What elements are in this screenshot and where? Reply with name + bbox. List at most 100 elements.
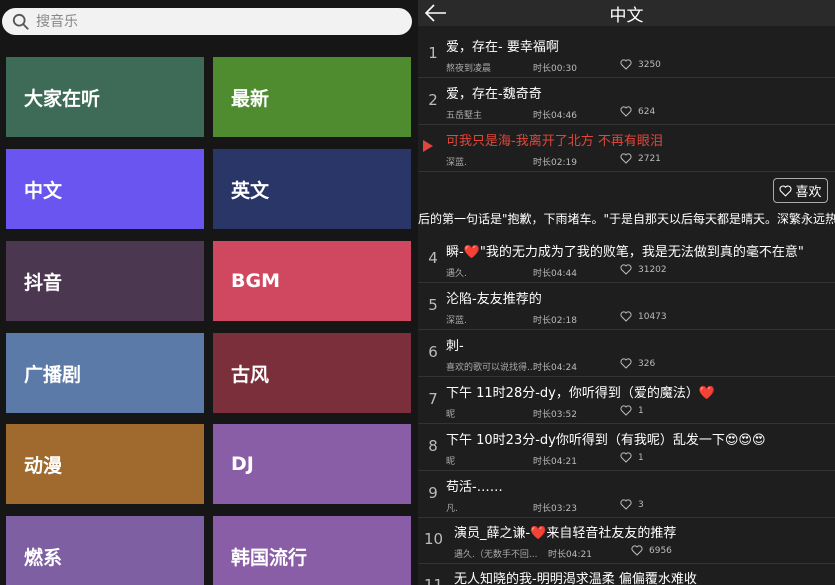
- category-label: 中文: [24, 179, 63, 202]
- song-number: 10: [424, 530, 444, 548]
- category-tile[interactable]: 抖音: [6, 241, 204, 321]
- song-title: 下午 11时28分-dy，你听得到（爱的魔法）❤️: [446, 386, 716, 401]
- song-duration: 时长02:18: [533, 316, 577, 326]
- song-row[interactable]: 8 下午 10时23分-dy你听得到（有我呢）乱发一下😍😍😍 昵 时长04:21…: [418, 424, 835, 471]
- search-input[interactable]: [34, 12, 378, 31]
- category-tile[interactable]: 大家在听: [6, 57, 204, 137]
- category-label: 抖音: [24, 271, 63, 294]
- song-row-playing[interactable]: 可我只是海-我离开了北方 不再有眼泪 深蓝. 时长02:19 2721: [418, 125, 835, 172]
- song-number: 4: [428, 249, 438, 267]
- song-title: 瞬-❤️"我的无力成为了我的败笔，我是无法做到真的毫不在意": [446, 245, 804, 260]
- song-artist: 深蓝.: [446, 158, 467, 168]
- category-tile[interactable]: 英文: [213, 149, 411, 229]
- like-count-value: 10473: [638, 311, 667, 322]
- category-label: 燃系: [24, 546, 63, 569]
- category-tile[interactable]: 广播剧: [6, 333, 204, 413]
- like-count-value: 326: [638, 358, 656, 369]
- song-duration: 时长00:30: [533, 64, 577, 74]
- like-count-value: 1: [638, 452, 644, 463]
- category-tile[interactable]: BGM: [213, 241, 411, 321]
- song-title: 刺-: [446, 339, 464, 354]
- song-artist: 遇久.: [446, 269, 467, 279]
- heart-outline-icon: [620, 264, 632, 275]
- song-number: 6: [428, 343, 438, 361]
- like-button-label: 喜欢: [795, 185, 822, 200]
- song-row[interactable]: 7 下午 11时28分-dy，你听得到（爱的魔法）❤️ 昵 时长03:52 1: [418, 377, 835, 424]
- like-count-value: 6956: [649, 545, 672, 556]
- top-bar: 中文: [418, 0, 835, 26]
- song-number: 5: [428, 296, 438, 314]
- like-count: 3250: [620, 59, 661, 70]
- like-button[interactable]: 喜欢: [773, 178, 828, 203]
- category-tile[interactable]: 韩国流行: [213, 516, 411, 585]
- heart-outline-icon: [631, 545, 643, 556]
- category-panel: 大家在听 最新 中文 英文 抖音 BGM 广播剧 古风 动漫 DJ 燃系 韩国流…: [0, 0, 418, 585]
- song-duration: 时长04:24: [533, 363, 577, 373]
- category-label: 最新: [231, 87, 270, 110]
- song-title: 无人知晓的我-明明渴求温柔 偏偏覆水难收: [454, 572, 697, 585]
- category-label: 古风: [231, 363, 270, 386]
- category-label: 韩国流行: [231, 546, 308, 569]
- like-count: 624: [620, 106, 655, 117]
- song-row[interactable]: 4 瞬-❤️"我的无力成为了我的败笔，我是无法做到真的毫不在意" 遇久. 时长0…: [418, 236, 835, 283]
- category-tile[interactable]: DJ: [213, 424, 411, 504]
- category-label: 英文: [231, 179, 270, 202]
- category-label: 动漫: [24, 454, 63, 477]
- like-count: 6956: [631, 545, 672, 556]
- song-artist: 遇久.（无数手不回...: [454, 550, 538, 560]
- song-row[interactable]: 5 沦陷-友友推荐的 深蓝. 时长02:18 10473: [418, 283, 835, 330]
- category-tile[interactable]: 古风: [213, 333, 411, 413]
- song-number: 2: [428, 91, 438, 109]
- song-title: 下午 10时23分-dy你听得到（有我呢）乱发一下😍😍😍: [446, 433, 766, 448]
- page-title: 中文: [609, 5, 644, 26]
- song-artist: 深蓝.: [446, 316, 467, 326]
- song-row[interactable]: 10 演员_薛之谦-❤️来自轻音社友友的推荐 遇久.（无数手不回... 时长04…: [418, 517, 835, 564]
- heart-outline-icon: [620, 405, 632, 416]
- song-number: 9: [428, 484, 438, 502]
- song-duration: 时长04:46: [533, 111, 577, 121]
- song-duration: 时长02:19: [533, 158, 577, 168]
- like-count: 31202: [620, 264, 667, 275]
- song-number: 8: [428, 437, 438, 455]
- like-count: 10473: [620, 311, 667, 322]
- song-duration: 时长03:52: [533, 410, 577, 420]
- play-indicator-icon: [423, 140, 433, 152]
- like-count-value: 2721: [638, 153, 661, 164]
- category-label: BGM: [231, 270, 280, 292]
- song-row[interactable]: 9 苟活-…… 凡. 时长03:23 3: [418, 471, 835, 518]
- category-tile[interactable]: 中文: [6, 149, 204, 229]
- heart-outline-icon: [620, 153, 632, 164]
- song-number: 1: [428, 44, 438, 62]
- like-count-value: 1: [638, 405, 644, 416]
- heart-outline-icon: [620, 499, 632, 510]
- song-list-panel: 中文 1 爱，存在- 要幸福啊 熬夜到凌晨 时长00:30 3250 2 爱，存…: [418, 0, 835, 585]
- song-artist: 熬夜到凌晨: [446, 64, 492, 74]
- category-tile[interactable]: 最新: [213, 57, 411, 137]
- like-count-value: 3: [638, 499, 644, 510]
- like-count: 1: [620, 405, 644, 416]
- song-row[interactable]: 2 爱，存在-魏奇奇 五岳墅主 时长04:46 624: [418, 78, 835, 125]
- heart-outline-icon: [620, 452, 632, 463]
- heart-outline-icon: [779, 184, 792, 197]
- song-artist: 喜欢的歌可以说找得...: [446, 363, 536, 373]
- back-arrow-icon[interactable]: [424, 3, 448, 23]
- song-row[interactable]: 11 无人知晓的我-明明渴求温柔 偏偏覆水难收: [418, 563, 835, 585]
- category-tile[interactable]: 燃系: [6, 516, 204, 585]
- song-row[interactable]: 1 爱，存在- 要幸福啊 熬夜到凌晨 时长00:30 3250: [418, 31, 835, 78]
- song-row[interactable]: 6 刺- 喜欢的歌可以说找得... 时长04:24 326: [418, 330, 835, 377]
- category-label: DJ: [231, 453, 254, 475]
- search-bar[interactable]: [2, 8, 412, 35]
- lyric-ticker: 后的第一句话是"抱歉，下雨堵车。"于是自那天以后每天都是晴天。深繁永远热恋: [418, 212, 835, 226]
- song-artist: 昵: [446, 410, 456, 420]
- song-duration: 时长03:23: [533, 504, 577, 514]
- like-count: 3: [620, 499, 644, 510]
- heart-outline-icon: [620, 358, 632, 369]
- category-tile[interactable]: 动漫: [6, 424, 204, 504]
- like-count-value: 31202: [638, 264, 667, 275]
- heart-outline-icon: [620, 311, 632, 322]
- search-icon: [12, 13, 29, 30]
- song-number: 7: [428, 390, 438, 408]
- song-artist: 五岳墅主: [446, 111, 483, 121]
- song-duration: 时长04:21: [533, 457, 577, 467]
- song-title: 沦陷-友友推荐的: [446, 292, 542, 307]
